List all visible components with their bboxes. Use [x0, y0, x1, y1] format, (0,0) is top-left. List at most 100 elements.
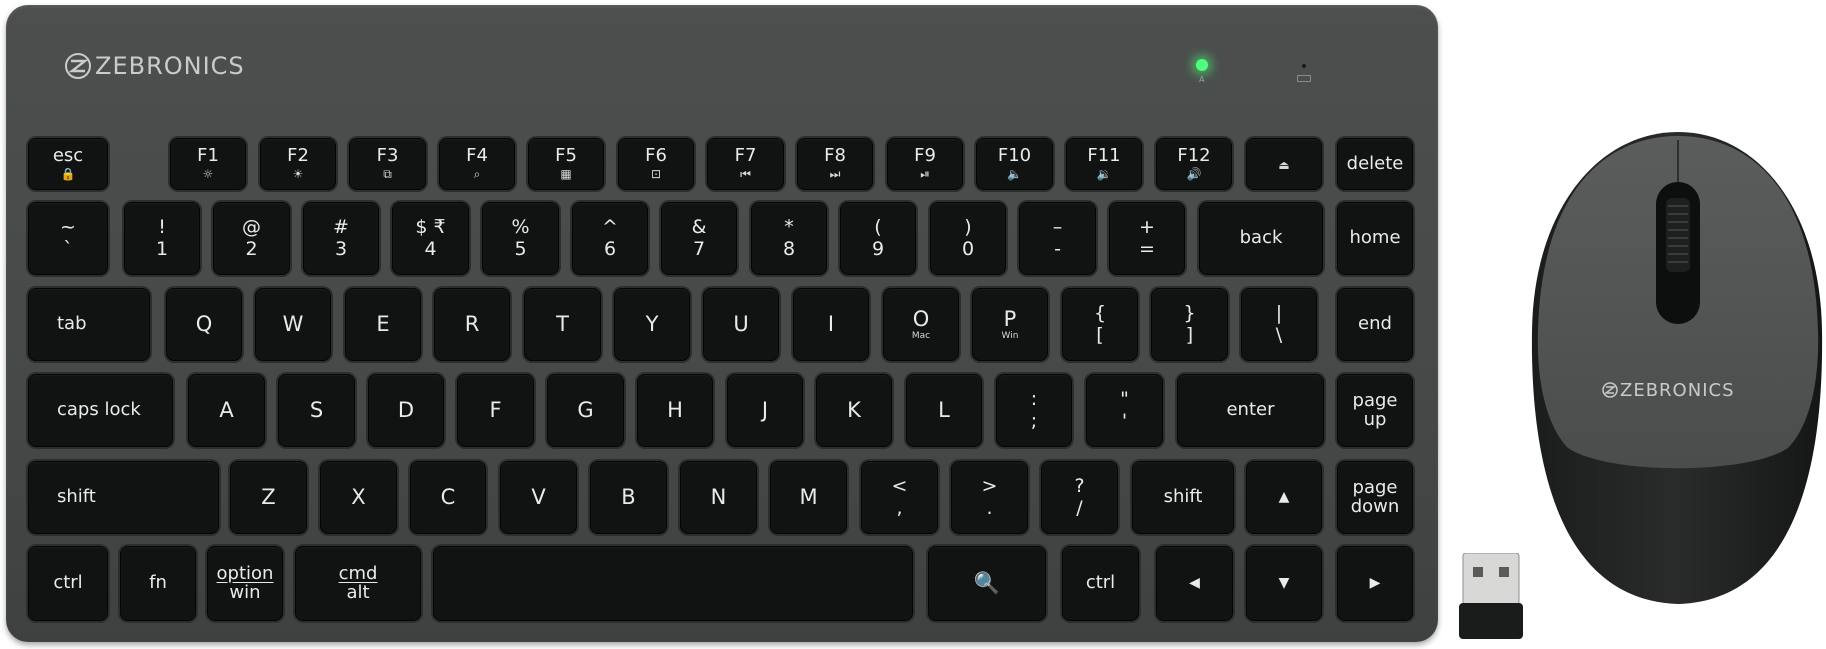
- key-period[interactable]: >.: [951, 461, 1028, 534]
- key-s[interactable]: S: [278, 374, 355, 447]
- key-f3[interactable]: F3 ⧉: [349, 138, 426, 190]
- key-up[interactable]: ▲: [1246, 461, 1322, 534]
- key-capslock[interactable]: caps lock: [28, 374, 173, 447]
- key-left[interactable]: ◀: [1156, 546, 1233, 621]
- key-r[interactable]: R: [434, 288, 510, 361]
- key-comma[interactable]: <,: [861, 461, 938, 534]
- brand-text: ZEBRONICS: [95, 52, 245, 80]
- key-label: tab: [57, 313, 87, 335]
- key-n[interactable]: N: [680, 461, 757, 534]
- key-m[interactable]: M: [770, 461, 847, 534]
- key-w[interactable]: W: [255, 288, 331, 361]
- key-6[interactable]: ^ 6: [572, 202, 648, 275]
- key-down[interactable]: ▼: [1246, 546, 1322, 621]
- key-p[interactable]: P Win: [972, 288, 1048, 361]
- key-rshift[interactable]: shift: [1132, 461, 1234, 534]
- key-f10[interactable]: F10 🔈: [976, 138, 1053, 190]
- key-label: ▼: [1278, 575, 1290, 592]
- key-enter[interactable]: enter: [1177, 374, 1324, 447]
- key-option[interactable]: option win: [207, 546, 283, 621]
- key-home[interactable]: home: [1337, 202, 1413, 275]
- key-label: shift: [1163, 486, 1203, 508]
- key-top-legend: |: [1275, 301, 1283, 324]
- key-lock[interactable]: ⏏: [1246, 138, 1322, 190]
- key-f[interactable]: F: [457, 374, 534, 447]
- key-fn[interactable]: fn: [120, 546, 196, 621]
- key-g[interactable]: G: [547, 374, 624, 447]
- key-e[interactable]: E: [345, 288, 421, 361]
- key-h[interactable]: H: [637, 374, 713, 447]
- key-tab[interactable]: tab: [28, 288, 150, 361]
- key-5[interactable]: % 5: [482, 202, 559, 275]
- key-label: end: [1358, 313, 1392, 335]
- key-f5[interactable]: F5 ▦: [528, 138, 604, 190]
- key-q[interactable]: Q: [166, 288, 242, 361]
- key-lctrl[interactable]: ctrl: [28, 546, 108, 621]
- key-rbrace[interactable]: }]: [1151, 288, 1228, 361]
- key-v[interactable]: V: [500, 461, 577, 534]
- key-2[interactable]: @2: [213, 202, 290, 275]
- key-top-legend: ): [964, 215, 972, 238]
- key-esc[interactable]: esc 🔒: [28, 138, 108, 190]
- key-8[interactable]: * 8: [751, 202, 827, 275]
- key-pageup[interactable]: page up: [1337, 374, 1413, 447]
- key-semicolon[interactable]: :;: [996, 374, 1072, 447]
- key-bottom-legend: 7: [692, 237, 706, 260]
- key-cmd[interactable]: cmd alt: [295, 546, 421, 621]
- key-d[interactable]: D: [368, 374, 444, 447]
- key-top-legend: :: [1030, 387, 1038, 410]
- key-pipe[interactable]: | \: [1241, 288, 1317, 361]
- key-lbrace[interactable]: {[: [1062, 288, 1138, 361]
- key-end[interactable]: end: [1337, 288, 1413, 361]
- key-a[interactable]: A: [188, 374, 265, 447]
- key-sub-label: Mac: [911, 330, 931, 341]
- key-f11[interactable]: F11 🔉: [1066, 138, 1142, 190]
- key-label: enter: [1226, 399, 1275, 421]
- key-f7[interactable]: F7 ⏮: [707, 138, 784, 190]
- key-bottom-legend: 1: [155, 237, 169, 260]
- key-f6[interactable]: F6 ⊡: [618, 138, 694, 190]
- key-f1[interactable]: F1 ☼: [170, 138, 246, 190]
- key-rctrl[interactable]: ctrl: [1062, 546, 1139, 621]
- key-quote[interactable]: " ': [1086, 374, 1163, 447]
- key-c[interactable]: C: [410, 461, 486, 534]
- key-tilde[interactable]: ~ `: [28, 202, 108, 275]
- key-b[interactable]: B: [590, 461, 667, 534]
- key-x[interactable]: X: [320, 461, 397, 534]
- key-t[interactable]: T: [524, 288, 601, 361]
- key-u[interactable]: U: [703, 288, 779, 361]
- key-pagedown[interactable]: page down: [1337, 461, 1413, 534]
- key-top-legend: ?: [1074, 474, 1085, 497]
- key-minus[interactable]: – -: [1019, 202, 1096, 275]
- key-delete[interactable]: delete: [1337, 138, 1413, 190]
- key-search[interactable]: 🔍: [928, 546, 1046, 621]
- key-k[interactable]: K: [816, 374, 892, 447]
- key-z[interactable]: Z: [230, 461, 307, 534]
- key-f8[interactable]: F8 ⏭: [797, 138, 873, 190]
- key-j[interactable]: J: [727, 374, 803, 447]
- key-top-legend: *: [784, 215, 794, 238]
- key-7[interactable]: & 7: [661, 202, 737, 275]
- key-i[interactable]: I: [793, 288, 869, 361]
- key-y[interactable]: Y: [614, 288, 690, 361]
- key-function-icon: ☀: [292, 167, 304, 182]
- key-0[interactable]: ) 0: [930, 202, 1006, 275]
- key-slash[interactable]: ? /: [1041, 461, 1118, 534]
- key-f4[interactable]: F4 ⌕: [439, 138, 515, 190]
- key-9[interactable]: (9: [840, 202, 916, 275]
- key-f9[interactable]: F9 ⏯: [887, 138, 963, 190]
- key-back[interactable]: back: [1199, 202, 1323, 275]
- key-lshift[interactable]: shift: [28, 461, 219, 534]
- wireless-mouse[interactable]: ZEBRONICS: [1528, 130, 1826, 606]
- key-f12[interactable]: F12 🔊: [1156, 138, 1232, 190]
- key-o[interactable]: O Mac: [883, 288, 959, 361]
- key-1[interactable]: ! 1: [124, 202, 200, 275]
- key-right[interactable]: ▶: [1337, 546, 1413, 621]
- key-bottom-legend: ]: [1185, 323, 1194, 346]
- key-3[interactable]: #3: [303, 202, 379, 275]
- key-4[interactable]: $ ₹4: [392, 202, 469, 275]
- key-space[interactable]: [433, 546, 913, 621]
- key-l[interactable]: L: [906, 374, 982, 447]
- key-f2[interactable]: F2 ☀: [260, 138, 336, 190]
- key-equals[interactable]: + =: [1109, 202, 1185, 275]
